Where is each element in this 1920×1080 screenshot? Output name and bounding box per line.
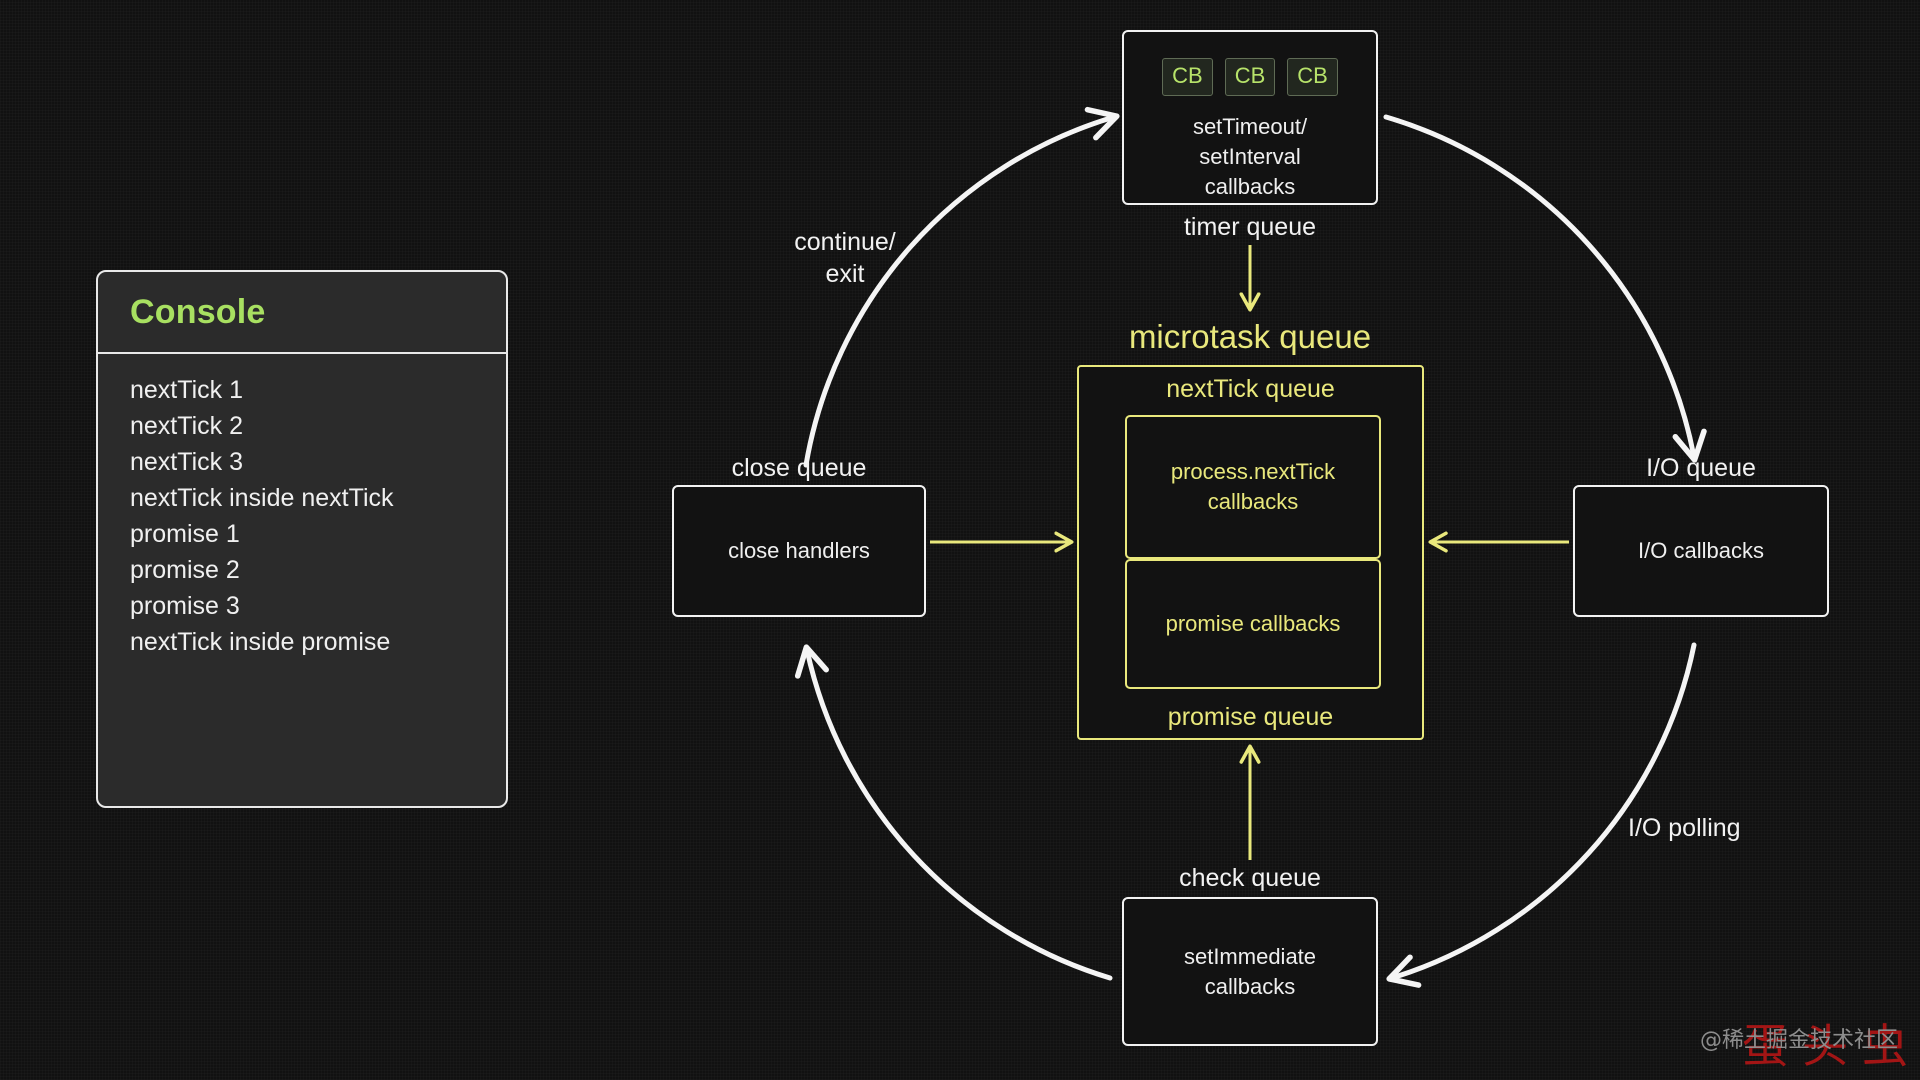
check-queue-text-line2: callbacks — [1204, 973, 1296, 999]
watermark-handle: @稀土掘金技术社区 — [1700, 1028, 1899, 1053]
diagram-canvas: Console nextTick 1 nextTick 2 nextTick 3… — [0, 0, 1920, 1080]
console-line: nextTick inside nextTick — [130, 484, 394, 512]
console-panel: Console nextTick 1 nextTick 2 nextTick 3… — [96, 270, 508, 808]
console-header: Console — [98, 272, 506, 354]
console-line: nextTick 3 — [130, 448, 244, 476]
io-polling-label: I/O polling — [1628, 814, 1741, 842]
io-queue-box: I/O callbacks — [1573, 485, 1829, 617]
promise-text: promise callbacks — [1165, 611, 1341, 636]
nexttick-queue-label: nextTick queue — [1166, 375, 1335, 403]
promise-callbacks-box: promise callbacks — [1125, 559, 1381, 689]
nexttick-text-line1: process.nextTick — [1170, 459, 1336, 484]
timer-queue-text-line3: callbacks — [1204, 174, 1296, 199]
close-queue-label: close queue — [731, 454, 867, 482]
promise-queue-label: promise queue — [1167, 703, 1334, 731]
console-title: Console — [130, 292, 266, 331]
console-line: promise 1 — [130, 520, 240, 548]
console-output: nextTick 1 nextTick 2 nextTick 3 nextTic… — [98, 354, 506, 660]
console-line: promise 2 — [130, 556, 240, 584]
microtask-queue-box: nextTick queue process.nextTick callback… — [1077, 365, 1424, 740]
nexttick-text-line2: callbacks — [1207, 489, 1299, 514]
cb-badge: CB — [1287, 58, 1338, 96]
timer-queue-text-line2: setInterval — [1199, 144, 1301, 169]
check-queue-box: setImmediate callbacks — [1122, 897, 1378, 1046]
timer-queue-box: CB CB CB setTimeout/ setInterval callbac… — [1122, 30, 1378, 205]
close-queue-text: close handlers — [728, 538, 870, 563]
cb-badge-row: CB CB CB — [1162, 58, 1338, 96]
close-queue-box: close handlers — [672, 485, 926, 617]
continue-exit-line2: exit — [825, 260, 865, 288]
timer-queue-text-line1: setTimeout/ — [1192, 114, 1308, 139]
continue-exit-label: continue/ exit — [745, 226, 945, 290]
cb-badge: CB — [1224, 58, 1276, 96]
check-queue-label: check queue — [1179, 864, 1321, 892]
io-queue-text: I/O callbacks — [1638, 538, 1764, 563]
timer-queue-label: timer queue — [1183, 213, 1317, 241]
continue-exit-line1: continue/ — [794, 228, 896, 256]
check-queue-text-line1: setImmediate — [1183, 943, 1317, 969]
cb-badge: CB — [1162, 58, 1213, 96]
console-line: promise 3 — [130, 592, 240, 620]
console-line: nextTick inside promise — [130, 628, 391, 656]
console-line: nextTick 2 — [130, 412, 244, 440]
nexttick-callbacks-box: process.nextTick callbacks — [1125, 415, 1381, 559]
io-queue-label: I/O queue — [1646, 454, 1756, 482]
microtask-queue-title: microtask queue — [1128, 318, 1372, 355]
console-line: nextTick 1 — [130, 376, 244, 404]
